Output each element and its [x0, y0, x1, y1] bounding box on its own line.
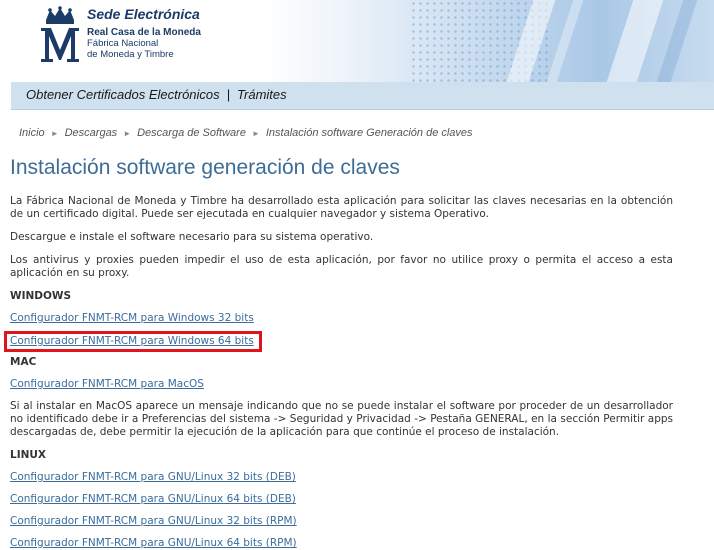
breadcrumb-arrow-icon: ►	[123, 129, 132, 138]
brand-line3: de Moneda y Timbre	[87, 49, 174, 60]
highlight-box: Configurador FNMT-RCM para Windows 64 bi…	[4, 331, 262, 352]
download-windows-64-link[interactable]: Configurador FNMT-RCM para Windows 64 bi…	[10, 335, 254, 348]
breadcrumb-descarga-software[interactable]: Descarga de Software	[137, 127, 246, 139]
linux-heading: LINUX	[10, 449, 47, 461]
brand-block: Sede Electrónica Real Casa de la Moneda …	[87, 6, 201, 60]
brand-title: Sede Electrónica	[87, 6, 200, 22]
page-title: Instalación software generación de clave…	[10, 156, 400, 179]
breadcrumb-descargas[interactable]: Descargas	[65, 127, 118, 139]
brand-line2: Fábrica Nacional	[87, 38, 159, 49]
brand-line1: Real Casa de la Moneda	[87, 27, 201, 38]
mac-heading: MAC	[10, 356, 37, 368]
download-linux-32-rpm-link[interactable]: Configurador FNMT-RCM para GNU/Linux 32 …	[10, 515, 297, 528]
download-linux-64-deb-link[interactable]: Configurador FNMT-RCM para GNU/Linux 64 …	[10, 493, 296, 506]
main-nav: Obtener Certificados Electrónicos | Trámit…	[11, 82, 714, 110]
download-windows-32-link[interactable]: Configurador FNMT-RCM para Windows 32 bi…	[10, 312, 254, 325]
mac-note-paragraph: Si al instalar en MacOS aparece un mensa…	[10, 400, 673, 438]
windows-heading: WINDOWS	[10, 290, 72, 302]
header-banner-graphic	[260, 0, 714, 82]
nav-separator: |	[226, 87, 231, 102]
intro-paragraph: La Fábrica Nacional de Moneda y Timbre h…	[10, 195, 673, 220]
site-header: Sede Electrónica Real Casa de la Moneda …	[0, 0, 714, 82]
breadcrumb-inicio[interactable]: Inicio	[19, 127, 45, 139]
fnmt-logo-icon[interactable]	[38, 6, 82, 64]
breadcrumb-current: Instalación software Generación de clave…	[265, 127, 473, 139]
breadcrumb-arrow-icon: ►	[251, 129, 260, 138]
breadcrumb-arrow-icon: ►	[50, 129, 59, 138]
nav-tramites[interactable]: Trámites	[237, 87, 287, 102]
breadcrumb: Inicio ► Descargas ► Descarga de Software ► In…	[19, 127, 473, 139]
download-linux-32-deb-link[interactable]: Configurador FNMT-RCM para GNU/Linux 32 …	[10, 471, 296, 484]
warning-paragraph: Los antivirus y proxies pueden impedir e…	[10, 254, 673, 279]
nav-obtener-certificados[interactable]: Obtener Certificados Electrónicos	[26, 87, 220, 102]
download-macos-link[interactable]: Configurador FNMT-RCM para MacOS	[10, 378, 204, 391]
download-linux-64-rpm-link[interactable]: Configurador FNMT-RCM para GNU/Linux 64 …	[10, 537, 297, 550]
instruction-paragraph: Descargue e instale el software necesari…	[10, 231, 374, 243]
main-content: La Fábrica Nacional de Moneda y Timbre h…	[4, 195, 673, 550]
